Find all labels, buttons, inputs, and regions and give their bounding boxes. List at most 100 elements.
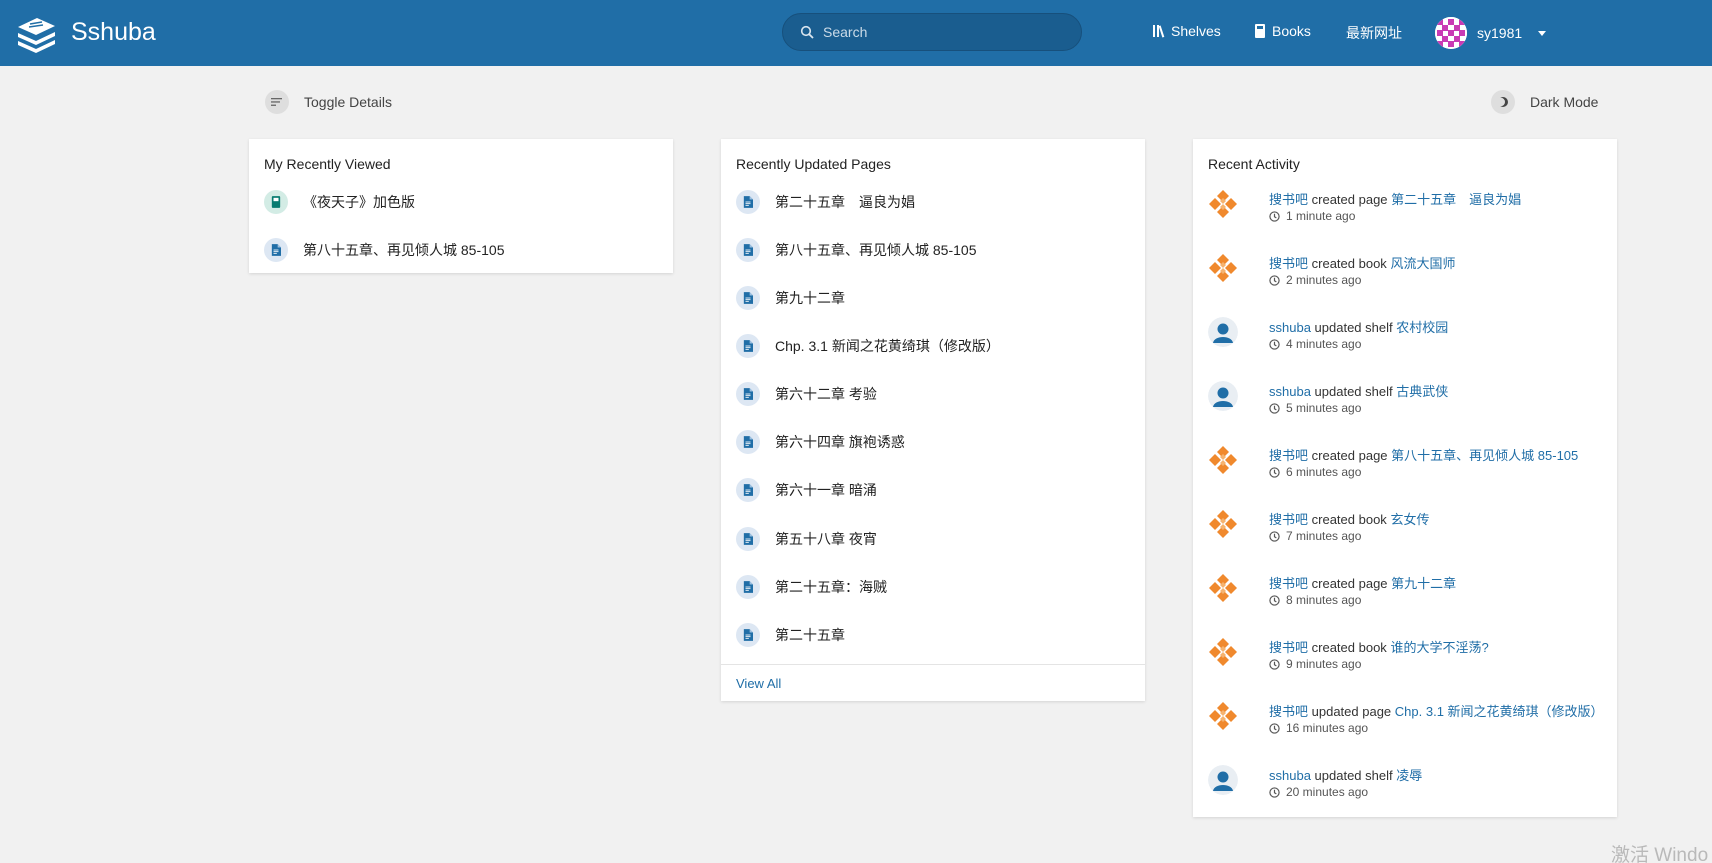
page-icon (736, 190, 760, 214)
activity-user-link[interactable]: 搜书吧 (1269, 640, 1308, 655)
activity-target-link[interactable]: 第九十二章 (1391, 576, 1456, 591)
page-icon (736, 575, 760, 599)
list-item[interactable]: 第六十一章 暗涌 (736, 478, 877, 502)
user-avatar-icon[interactable] (1208, 253, 1238, 283)
page-icon (736, 286, 760, 310)
view-all-link[interactable]: View All (736, 676, 781, 691)
user-avatar-icon[interactable] (1208, 381, 1238, 411)
activity-target-link[interactable]: 凌辱 (1396, 768, 1422, 783)
books-icon (1255, 24, 1265, 38)
item-label: 第二十五章 (775, 627, 845, 643)
search-input[interactable] (823, 14, 1073, 50)
activity-target-link[interactable]: 第二十五章 逼良为娼 (1391, 192, 1521, 207)
user-avatar-icon[interactable] (1208, 509, 1238, 539)
item-label: 第八十五章、再见倾人城 85-105 (303, 242, 505, 258)
clock-icon (1269, 723, 1280, 734)
nav-books[interactable]: Books (1254, 23, 1311, 39)
page-icon (264, 238, 288, 262)
card-title: My Recently Viewed (264, 156, 391, 172)
activity-user-link[interactable]: sshuba (1269, 320, 1311, 335)
moon-icon (1491, 90, 1515, 114)
dark-mode-button[interactable]: Dark Mode (1491, 90, 1598, 114)
item-label: 第八十五章、再见倾人城 85-105 (775, 242, 977, 258)
clock-icon (1269, 339, 1280, 350)
list-item[interactable]: 第五十八章 夜宵 (736, 527, 877, 551)
page-icon (736, 623, 760, 647)
logo-icon[interactable] (15, 13, 57, 53)
page-icon (736, 478, 760, 502)
toggle-details-label: Toggle Details (304, 94, 392, 110)
item-label: 第六十二章 考验 (775, 386, 877, 402)
activity-time: 8 minutes ago (1286, 593, 1362, 607)
site-name[interactable]: Sshuba (71, 18, 156, 47)
user-menu[interactable]: sy1981 (1435, 16, 1547, 50)
nav-shelves[interactable]: Shelves (1153, 23, 1221, 39)
user-avatar-icon[interactable] (1208, 701, 1238, 731)
activity-user-link[interactable]: 搜书吧 (1269, 192, 1308, 207)
item-label: 第九十二章 (775, 290, 845, 306)
item-label: 第六十四章 旗袍诱惑 (775, 434, 905, 450)
user-avatar (1435, 17, 1467, 49)
activity-target-link[interactable]: 古典武侠 (1396, 384, 1448, 399)
search-icon (800, 25, 814, 39)
activity-target-link[interactable]: 风流大国师 (1390, 256, 1455, 271)
list-item[interactable]: 第六十四章 旗袍诱惑 (736, 430, 905, 454)
user-avatar-icon[interactable] (1208, 189, 1238, 219)
activity-action: created book (1311, 640, 1387, 655)
user-avatar-icon[interactable] (1208, 445, 1238, 475)
activity-time: 16 minutes ago (1286, 721, 1369, 735)
user-avatar-icon[interactable] (1208, 765, 1238, 795)
search-box[interactable] (782, 13, 1082, 51)
activity-target-link[interactable]: 农村校园 (1396, 320, 1448, 335)
activity-target-link[interactable]: 谁的大学不淫荡? (1390, 640, 1488, 655)
clock-icon (1269, 211, 1280, 222)
list-item[interactable]: 《夜天子》加色版 (264, 190, 415, 214)
activity-user-link[interactable]: 搜书吧 (1269, 512, 1308, 527)
activity-time: 7 minutes ago (1286, 529, 1362, 543)
item-label: 《夜天子》加色版 (303, 194, 415, 210)
activity-action: updated shelf (1314, 320, 1393, 335)
user-avatar-icon[interactable] (1208, 317, 1238, 347)
toggle-details-button[interactable]: Toggle Details (265, 90, 392, 114)
list-item[interactable]: 第二十五章 (736, 623, 845, 647)
activity-user-link[interactable]: 搜书吧 (1269, 704, 1308, 719)
user-avatar-icon[interactable] (1208, 573, 1238, 603)
activity-user-link[interactable]: 搜书吧 (1269, 448, 1308, 463)
list-item[interactable]: 第八十五章、再见倾人城 85-105 (736, 238, 976, 262)
top-header: Sshuba Shelves Books 最新网址 (0, 0, 1712, 66)
page-icon (736, 238, 760, 262)
activity-target-link[interactable]: 玄女传 (1390, 512, 1429, 527)
list-item[interactable]: 第八十五章、再见倾人城 85-105 (264, 238, 504, 262)
nav-latest-url[interactable]: 最新网址 (1346, 23, 1402, 43)
card-title: Recent Activity (1208, 156, 1300, 172)
card-title: Recently Updated Pages (736, 156, 891, 172)
activity-user-link[interactable]: 搜书吧 (1269, 576, 1308, 591)
activation-watermark: 激活 Windo (1611, 845, 1709, 863)
list-item[interactable]: Chp. 3.1 新闻之花黄绮琪（修改版） (736, 334, 1000, 358)
list-item[interactable]: 第二十五章 逼良为娼 (736, 190, 915, 214)
toggle-details-icon (265, 90, 289, 114)
nav-latest-url-label: 最新网址 (1346, 25, 1402, 41)
list-item[interactable]: 第六十二章 考验 (736, 382, 877, 406)
activity-user-link[interactable]: sshuba (1269, 384, 1311, 399)
list-item[interactable]: 第九十二章 (736, 286, 845, 310)
activity-time: 20 minutes ago (1286, 785, 1369, 799)
activity-action: updated shelf (1314, 384, 1393, 399)
activity-time: 2 minutes ago (1286, 273, 1362, 287)
activity-action: created book (1311, 512, 1387, 527)
dark-mode-label: Dark Mode (1530, 94, 1599, 110)
user-avatar-icon[interactable] (1208, 637, 1238, 667)
nav-shelves-label: Shelves (1171, 23, 1221, 39)
activity-time: 5 minutes ago (1286, 401, 1362, 415)
activity-user-link[interactable]: 搜书吧 (1269, 256, 1308, 271)
activity-action: created page (1311, 448, 1388, 463)
chevron-down-icon (1538, 30, 1547, 36)
list-item[interactable]: 第二十五章：海贼 (736, 575, 887, 599)
clock-icon (1269, 659, 1280, 670)
activity-action: created book (1311, 256, 1387, 271)
activity-time: 9 minutes ago (1286, 657, 1362, 671)
activity-target-link[interactable]: Chp. 3.1 新闻之花黄绮琪（修改版） (1395, 704, 1604, 719)
activity-user-link[interactable]: sshuba (1269, 768, 1311, 783)
clock-icon (1269, 531, 1280, 542)
activity-target-link[interactable]: 第八十五章、再见倾人城 85-105 (1391, 448, 1578, 463)
